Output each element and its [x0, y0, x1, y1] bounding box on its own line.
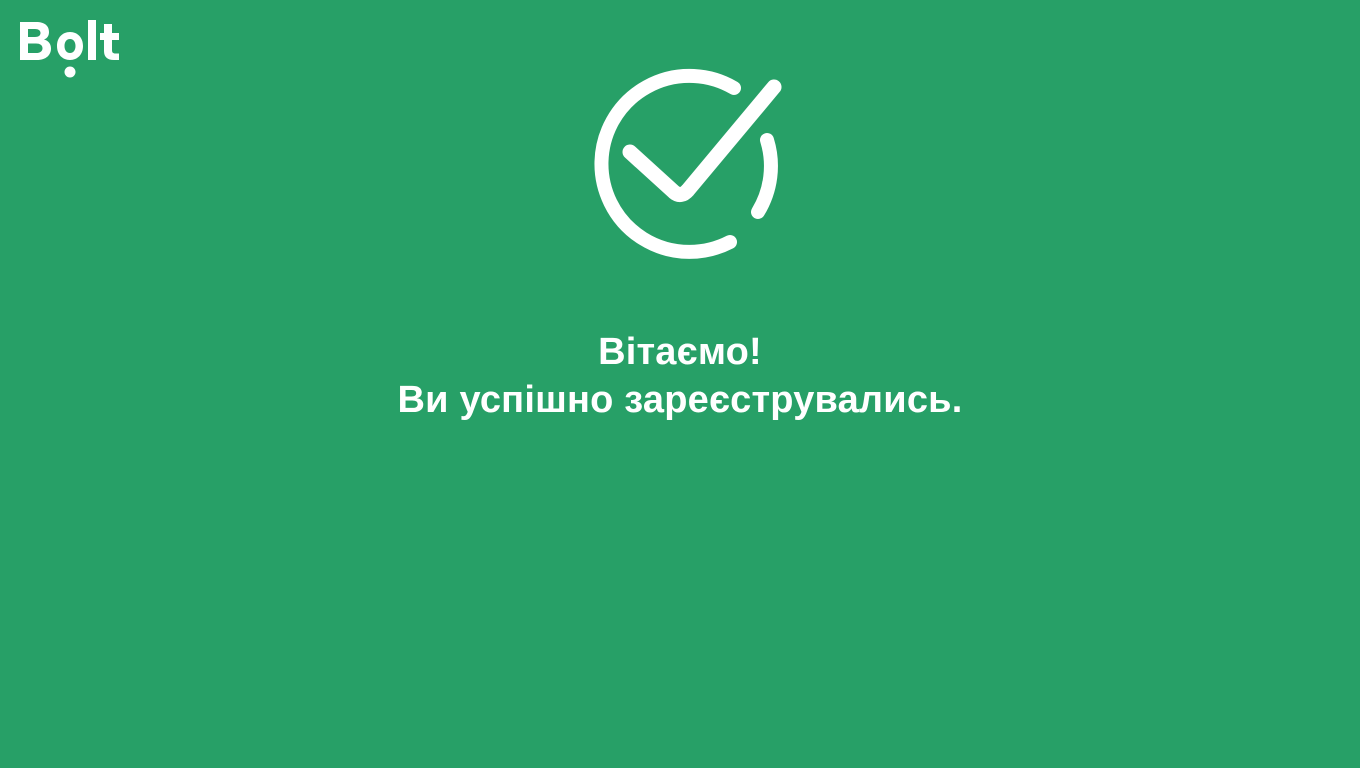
confirmation-text: Ви успішно зареєструвались. [397, 379, 963, 421]
check-circle-icon [578, 62, 782, 266]
greeting-heading: Вітаємо! [598, 331, 762, 373]
bolt-logo [20, 18, 122, 80]
registration-success-message: Вітаємо! Ви успішно зареєструвались. [0, 328, 1360, 424]
